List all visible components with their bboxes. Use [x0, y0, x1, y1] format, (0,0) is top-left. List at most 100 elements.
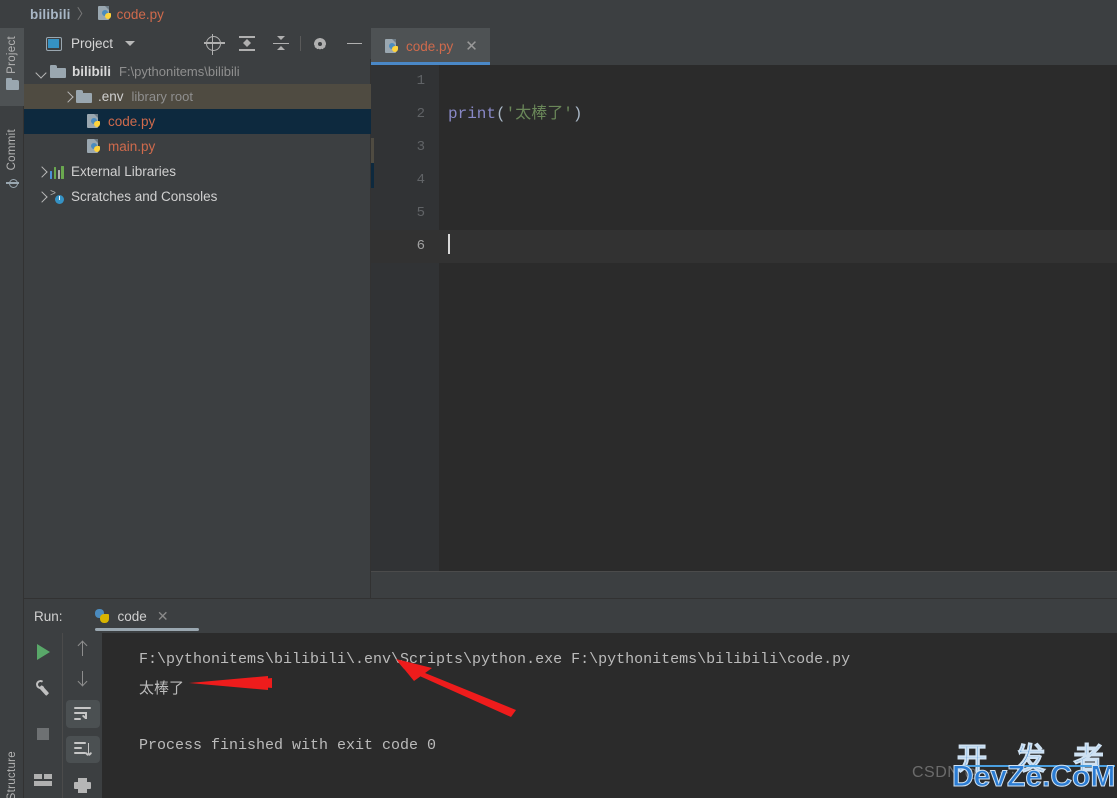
scroll-down-button[interactable] [66, 665, 100, 693]
project-panel-toolbar [196, 28, 371, 59]
run-window-header: Run: code ✕ [24, 599, 1117, 633]
editor-bottom-strip [371, 572, 1117, 598]
commit-icon [5, 176, 19, 189]
tree-meta-env: library root [131, 89, 193, 104]
python-file-icon [385, 38, 399, 55]
wrench-settings-icon [35, 679, 51, 696]
stop-button[interactable] [26, 717, 60, 751]
editor-tab-label: code.py [406, 39, 454, 54]
soft-wrap-icon [74, 706, 91, 721]
folder-icon [76, 90, 92, 103]
code-line-2: print('太棒了') [439, 98, 1117, 131]
run-tab-label: code [117, 608, 147, 624]
line-number: 2 [416, 106, 425, 122]
tree-label-bilibili: bilibili [72, 64, 111, 79]
gutter-marker-excluded [371, 138, 374, 163]
settings-button[interactable] [303, 28, 337, 59]
sidebar-tab-project-label: Project [6, 36, 18, 74]
editor-tab-code-py[interactable]: code.py ✕ [371, 28, 490, 65]
project-tree: bilibili F:\pythonitems\bilibili .env li… [24, 59, 371, 209]
scroll-up-button[interactable] [66, 635, 100, 663]
python-file-icon [87, 113, 101, 130]
print-icon [74, 777, 91, 793]
run-tab-code[interactable]: code ✕ [89, 599, 199, 633]
tree-row-code-py[interactable]: code.py [24, 109, 371, 134]
print-button[interactable] [66, 771, 100, 798]
expand-all-button[interactable] [230, 28, 264, 59]
breadcrumb-file[interactable]: code.py [117, 7, 164, 22]
scroll-to-end-button[interactable] [65, 735, 100, 764]
chevron-right-icon[interactable] [62, 91, 73, 102]
close-icon[interactable]: ✕ [465, 39, 478, 54]
toolbar-separator [300, 36, 301, 51]
python-icon [94, 608, 110, 624]
run-toolbar-right [62, 633, 102, 798]
run-window-label: Run: [34, 608, 63, 624]
gutter-marker-selected [371, 163, 374, 188]
sidebar-tab-structure-label: Structure [6, 751, 18, 798]
line-number: 3 [416, 139, 425, 155]
hide-panel-button[interactable] [337, 28, 371, 59]
rerun-button[interactable] [26, 635, 60, 669]
python-file-icon [97, 6, 112, 22]
project-panel-header: Project [24, 28, 371, 59]
collapse-all-icon [273, 36, 289, 51]
libraries-icon [50, 165, 65, 179]
project-panel-title: Project [71, 36, 114, 51]
close-icon[interactable]: ✕ [157, 608, 169, 625]
rerun-play-icon [36, 644, 50, 660]
text-caret [448, 234, 450, 254]
sidebar-tab-project[interactable]: Project [0, 28, 24, 106]
expand-all-icon [239, 36, 255, 51]
python-file-icon [87, 138, 101, 155]
tree-row-main-py[interactable]: main.py [24, 134, 371, 159]
tree-label-scratches-and-consoles: Scratches and Consoles [71, 189, 218, 204]
hide-panel-icon [346, 42, 362, 45]
chevron-down-icon[interactable] [36, 66, 47, 77]
tree-row-bilibili[interactable]: bilibili F:\pythonitems\bilibili [24, 59, 371, 84]
line-number: 1 [416, 73, 425, 89]
folder-icon [50, 65, 66, 78]
project-window-icon [46, 36, 62, 51]
line-number: 5 [416, 205, 425, 221]
editor-gutter[interactable]: 1 2 3 4 5 6 [371, 65, 439, 598]
run-toolbar-left [24, 633, 62, 798]
collapse-all-button[interactable] [264, 28, 298, 59]
soft-wrap-button[interactable] [65, 700, 100, 728]
console-line: 太棒了 [139, 681, 185, 698]
editor-tab-strip: code.py ✕ [371, 28, 1117, 65]
chevron-right-icon[interactable] [36, 166, 47, 177]
settings-gear-icon [313, 37, 327, 51]
layout-settings-button[interactable] [26, 763, 60, 797]
run-tab-active-underline [94, 628, 199, 631]
run-settings-button[interactable] [26, 671, 60, 705]
sidebar-tab-structure[interactable]: Structure [0, 743, 24, 798]
breadcrumb-separator-icon: 〉 [76, 6, 91, 22]
code-editor[interactable]: print('太棒了') [439, 65, 1117, 598]
console-line: F:\pythonitems\bilibili\.env\Scripts\pyt… [139, 651, 851, 668]
tree-label-external-libraries: External Libraries [71, 164, 177, 179]
arrow-down-icon [77, 669, 89, 687]
project-panel: Project bilibili F:\pythonitems\bilibili… [24, 28, 371, 598]
chevron-right-icon[interactable] [36, 191, 47, 202]
breadcrumb-project[interactable]: bilibili [30, 7, 71, 22]
chevron-down-icon[interactable] [125, 41, 136, 46]
select-opened-file-button[interactable] [196, 28, 230, 59]
arrow-up-icon [77, 640, 89, 658]
sidebar-tab-commit[interactable]: Commit [0, 123, 24, 223]
tree-row-env[interactable]: .env library root [24, 84, 371, 109]
tree-label-code-py: code.py [108, 114, 156, 129]
tree-row-external-libraries[interactable]: External Libraries [24, 159, 371, 184]
code-token-function: print [448, 105, 497, 123]
layout-settings-icon [34, 773, 52, 787]
sidebar-tab-commit-label: Commit [6, 129, 18, 171]
code-token-paren-open: ( [496, 105, 506, 123]
breadcrumb-bar: bilibili 〉 code.py [0, 0, 1117, 28]
tree-row-scratches-and-consoles[interactable]: >_ Scratches and Consoles [24, 184, 371, 209]
tree-label-env: .env [98, 89, 124, 104]
